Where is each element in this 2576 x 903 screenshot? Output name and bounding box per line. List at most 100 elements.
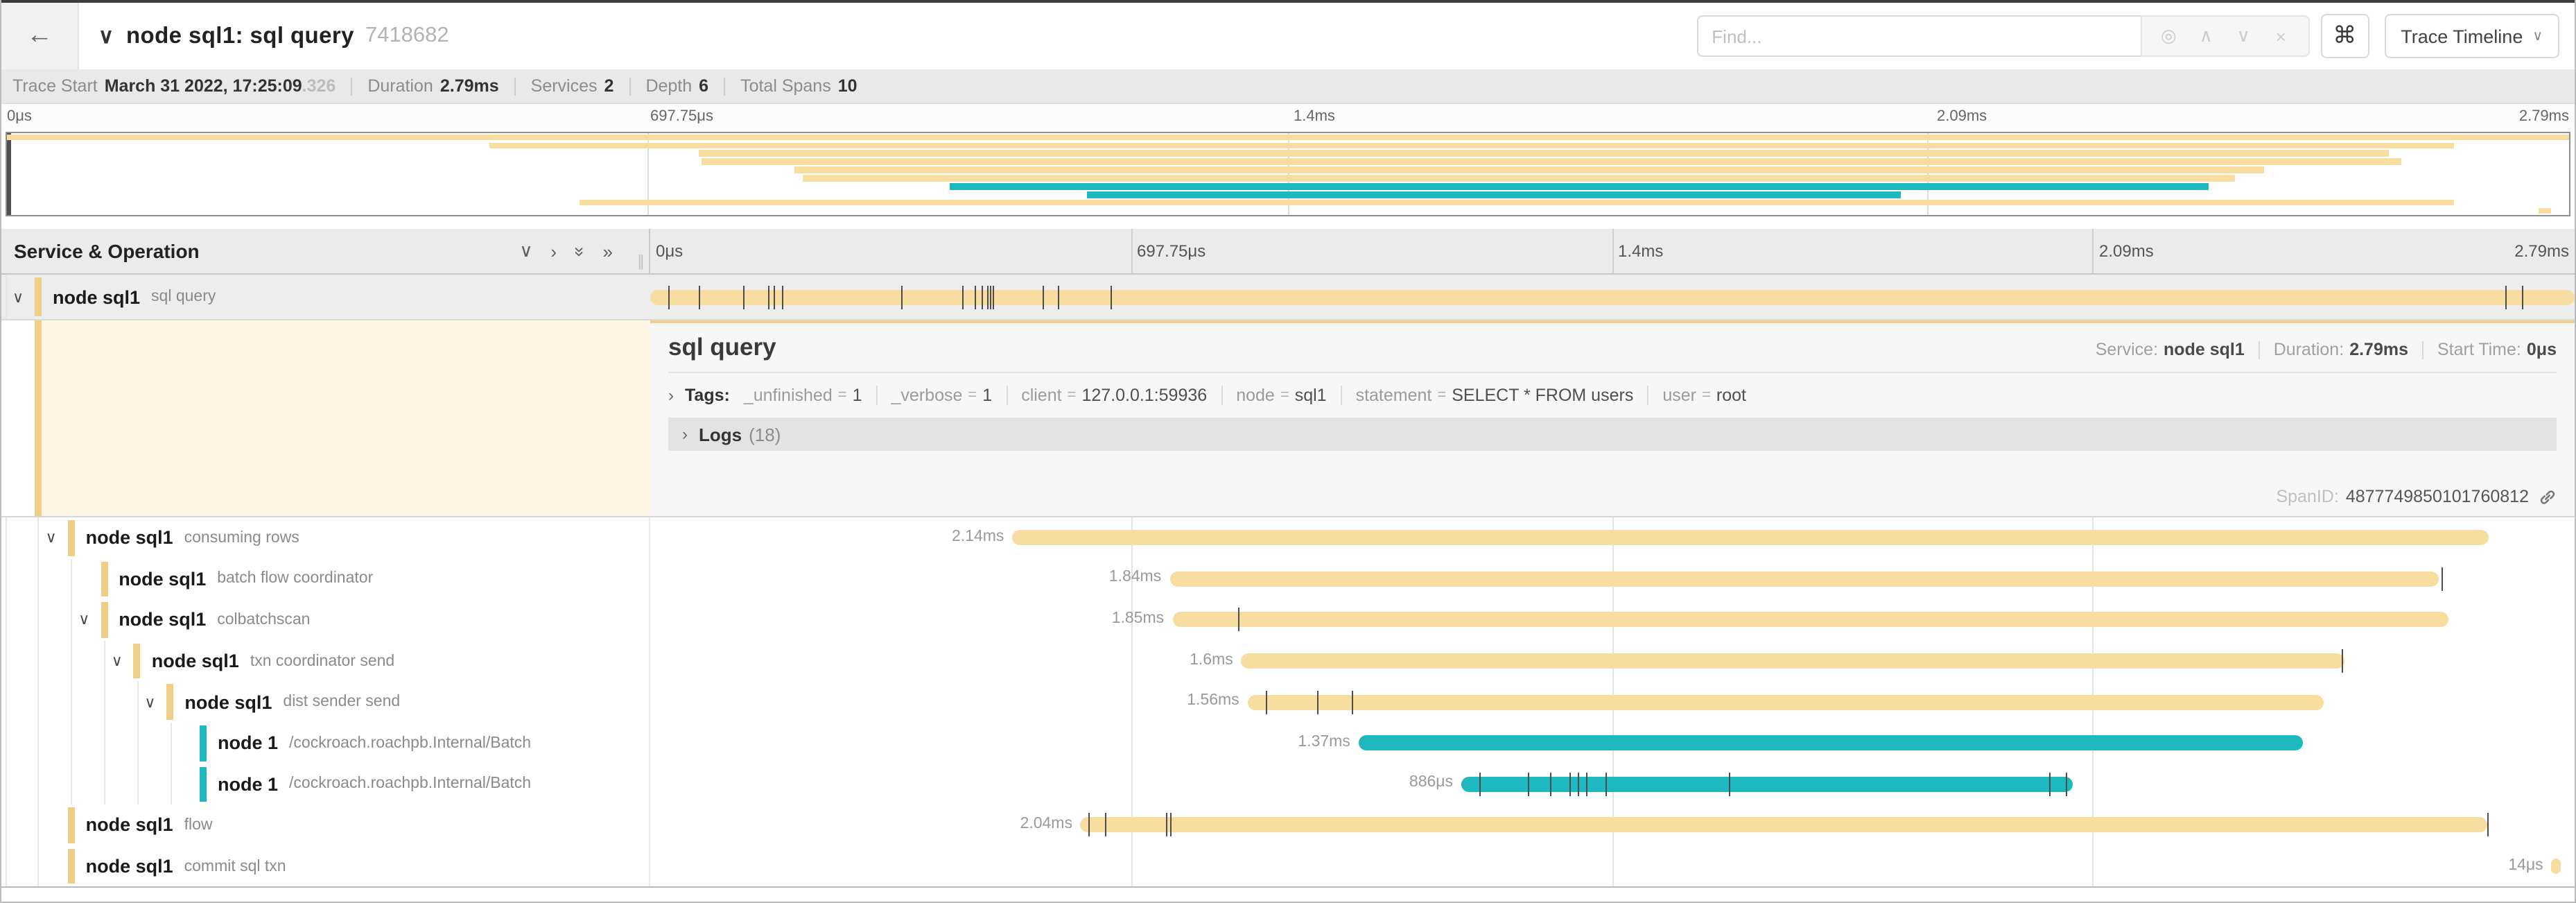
prev-result-icon[interactable]: ∧	[2187, 25, 2225, 47]
trace-summary-item: Depth6	[645, 76, 708, 96]
span-timeline-cell[interactable]: 2.04ms	[650, 805, 2575, 845]
expand-one-icon[interactable]: ›	[550, 241, 557, 261]
span-row[interactable]: node 1/cockroach.roachpb.Internal/Batch8…	[1, 764, 2575, 805]
collapse-chevron-icon[interactable]: ∨	[78, 611, 89, 629]
axis-tick-label: 1.4ms	[1294, 108, 1335, 125]
operation-name: /cockroach.roachpb.Internal/Batch	[289, 776, 531, 793]
log-marker	[1529, 773, 1530, 796]
span-tree-cell[interactable]: node 1/cockroach.roachpb.Internal/Batch	[1, 723, 650, 764]
span-row[interactable]: node sql1batch flow coordinator1.84ms	[1, 558, 2575, 599]
span-tree-cell[interactable]: node sql1commit sql txn	[1, 846, 650, 887]
span-timeline-cell[interactable]	[650, 275, 2575, 319]
span-timeline-cell[interactable]: 886μs	[650, 764, 2575, 805]
expand-all-icon[interactable]: »	[603, 241, 613, 261]
span-tree-cell[interactable]: ∨node sql1consuming rows	[1, 517, 650, 558]
service-color-stripe	[68, 807, 75, 843]
view-options-button[interactable]: Trace Timeline ∨	[2384, 14, 2559, 58]
log-marker	[987, 285, 989, 309]
collapse-one-icon[interactable]: ∨	[519, 240, 532, 262]
locate-icon[interactable]: ◎	[2150, 25, 2187, 47]
span-timeline-cell[interactable]: 1.84ms	[650, 558, 2575, 599]
separator	[1221, 386, 1222, 405]
indent-guide	[38, 641, 40, 682]
service-name: node sql1	[119, 569, 206, 590]
span-bar[interactable]	[1169, 571, 2439, 587]
minimap[interactable]	[6, 132, 2570, 216]
minimap-span-bar	[7, 134, 2569, 140]
tags-row[interactable]: › Tags: _unfinished=1_verbose=1client=12…	[668, 386, 2557, 405]
log-marker	[1267, 690, 1268, 714]
timeline-axis-header: 0μs697.75μs1.4ms2.09ms2.79ms	[650, 229, 2575, 273]
log-marker	[1105, 814, 1106, 837]
span-timeline-cell[interactable]: 1.37ms	[650, 723, 2575, 764]
collapse-chevron-icon[interactable]: ∨	[112, 652, 123, 670]
operation-name: colbatchscan	[217, 612, 310, 628]
span-row[interactable]: ∨node sql1dist sender send1.56ms	[1, 682, 2575, 723]
trace-id: 7418682	[365, 24, 449, 49]
axis-tick-label: 2.79ms	[2519, 108, 2569, 125]
clear-search-icon[interactable]: ×	[2262, 26, 2299, 46]
span-tree-cell[interactable]: node sql1batch flow coordinator	[1, 558, 650, 599]
indent-guide	[5, 805, 6, 845]
collapse-chevron-icon[interactable]: ∨	[144, 693, 155, 711]
span-row[interactable]: node sql1flow2.04ms	[1, 805, 2575, 845]
span-bar[interactable]	[1012, 531, 2488, 546]
span-timeline-cell[interactable]: 1.56ms	[650, 682, 2575, 723]
log-marker	[1169, 814, 1171, 837]
start-time-label: Start Time:	[2437, 340, 2521, 359]
log-marker	[1111, 285, 1112, 309]
separator	[1006, 386, 1007, 405]
minimap-span-row	[7, 150, 2569, 158]
span-bar[interactable]	[1172, 612, 2448, 628]
span-row[interactable]: ∨node sql1consuming rows2.14ms	[1, 517, 2575, 558]
chevron-down-icon[interactable]: ∨	[98, 24, 114, 49]
collapse-chevron-icon[interactable]: ∨	[12, 288, 24, 306]
axis-tick-label: 697.75μs	[1137, 241, 1206, 261]
span-bar[interactable]	[650, 289, 2575, 304]
keyboard-shortcuts-button[interactable]: ⌘	[2320, 14, 2369, 58]
span-bar[interactable]	[1248, 694, 2324, 710]
trace-title-wrap[interactable]: ∨ node sql1: sql query 7418682	[98, 23, 449, 49]
span-tree-cell[interactable]: ∨node sql1sql query	[1, 275, 650, 319]
log-marker	[1317, 690, 1319, 714]
back-button[interactable]: ←	[1, 3, 79, 69]
indent-guide	[137, 723, 138, 764]
span-tree-cell[interactable]: node sql1flow	[1, 805, 650, 845]
span-row[interactable]: ∨node sql1sql query	[1, 275, 2575, 320]
span-timeline-cell[interactable]: 2.14ms	[650, 517, 2575, 558]
collapse-all-icon[interactable]: »	[569, 246, 590, 256]
collapse-chevron-icon[interactable]: ∨	[46, 529, 57, 547]
span-row[interactable]: node 1/cockroach.roachpb.Internal/Batch1…	[1, 723, 2575, 764]
minimap-span-row	[7, 141, 2569, 150]
trace-summary-item: Trace StartMarch 31 2022, 17:25:09.326	[12, 76, 336, 96]
service-color-stripe	[68, 520, 75, 556]
minimap-span-row	[7, 190, 2569, 198]
span-tree-cell[interactable]: ∨node sql1txn coordinator send	[1, 641, 650, 682]
span-bar[interactable]	[1461, 777, 2073, 792]
span-timeline-cell[interactable]: 14μs	[650, 846, 2575, 887]
span-bar[interactable]	[1081, 818, 2488, 833]
span-tree-cell[interactable]: ∨node sql1colbatchscan	[1, 599, 650, 640]
indent-guide	[5, 682, 6, 723]
span-row[interactable]: ∨node sql1colbatchscan1.85ms	[1, 599, 2575, 640]
span-detail-header: sql query Service: node sql1 Duration: 2…	[668, 333, 2557, 362]
copy-link-icon[interactable]	[2539, 488, 2557, 506]
column-resize-handle[interactable]: ∥	[637, 252, 645, 270]
span-bar[interactable]	[1242, 653, 2345, 669]
indent-guide	[38, 682, 40, 723]
find-input[interactable]	[1696, 15, 2140, 57]
span-timeline-cell[interactable]: 1.6ms	[650, 641, 2575, 682]
next-result-icon[interactable]: ∨	[2225, 25, 2262, 47]
span-tree-cell[interactable]: ∨node sql1dist sender send	[1, 682, 650, 723]
span-tree-cell[interactable]: node 1/cockroach.roachpb.Internal/Batch	[1, 764, 650, 805]
log-marker	[2522, 285, 2523, 309]
span-bar[interactable]	[2552, 859, 2561, 874]
separator	[724, 77, 725, 95]
span-timeline-cell[interactable]: 1.85ms	[650, 599, 2575, 640]
span-row[interactable]: node sql1commit sql txn14μs	[1, 846, 2575, 887]
span-row[interactable]: ∨node sql1txn coordinator send1.6ms	[1, 641, 2575, 682]
indent-guide	[38, 599, 40, 640]
service-color-stripe	[166, 685, 173, 720]
span-bar[interactable]	[1359, 736, 2304, 751]
logs-row[interactable]: › Logs (18)	[668, 418, 2557, 451]
